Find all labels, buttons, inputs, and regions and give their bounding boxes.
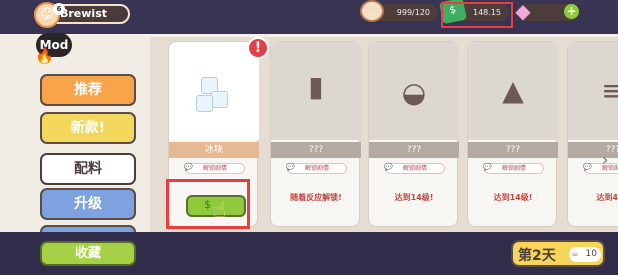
day-cup-count: 10 bbox=[585, 249, 597, 259]
ice-cube-icon bbox=[211, 91, 228, 108]
locked-image: ▮ bbox=[271, 42, 361, 140]
tab-ingredients[interactable]: 配料 bbox=[40, 153, 136, 185]
unlock-story-tag[interactable]: 解锁剧情 bbox=[286, 163, 347, 174]
player-name: Brewist bbox=[60, 7, 108, 20]
sauce-bowl-icon: ◒ bbox=[401, 76, 427, 109]
card-name: ??? bbox=[468, 142, 558, 158]
scroll-right-icon[interactable]: › bbox=[602, 150, 616, 172]
tab-upgrade[interactable]: 升级 bbox=[40, 188, 136, 220]
money-icon: $ bbox=[204, 198, 211, 211]
fire-icon: 🔥 bbox=[35, 47, 54, 65]
bottom-bar: 收藏 第2天 ☕ 10 bbox=[0, 232, 618, 275]
day-cup-chip: ☕ 10 bbox=[569, 247, 601, 262]
player-level-badge: 6 bbox=[53, 3, 65, 15]
unlock-story-tag[interactable]: 解锁剧情 bbox=[483, 163, 544, 174]
day-label: 第2天 bbox=[518, 248, 556, 264]
game-screen: ☺ 6 Brewist ☕ 999/120 $ 148.15 ◆ 0 + 推荐 … bbox=[0, 0, 618, 275]
cup-count: 999/120 bbox=[396, 8, 430, 17]
cup-resource: ☕ 999/120 bbox=[360, 0, 438, 22]
unlock-requirement: 达到4级! bbox=[596, 193, 618, 202]
card-name: 冰块 bbox=[169, 142, 259, 158]
unlock-story-tag[interactable]: 解锁剧情 bbox=[384, 163, 445, 174]
use-ingredient-highlight: $ ☝ bbox=[166, 179, 250, 229]
gem-icon: ◆ bbox=[515, 0, 531, 23]
unlock-requirement: 随着反应解锁! bbox=[290, 193, 342, 202]
hand-pointer-icon: ☝ bbox=[213, 198, 227, 223]
ingredient-card-locked[interactable]: ◒ ??? 解锁剧情 达到14级! bbox=[368, 41, 459, 227]
add-gems-button[interactable]: + bbox=[564, 4, 579, 19]
tab-new[interactable]: 新款! bbox=[40, 112, 136, 144]
card-name: ??? bbox=[369, 142, 459, 158]
ice-image bbox=[169, 42, 259, 140]
ice-cube-icon bbox=[196, 95, 213, 112]
unlock-story-tag[interactable]: 解锁剧情 bbox=[184, 163, 245, 174]
locked-image: ▲ bbox=[468, 42, 558, 140]
cream-swirl-icon: ▲ bbox=[502, 74, 524, 107]
ingredient-card-locked[interactable]: ▲ ??? 解锁剧情 达到14级! bbox=[467, 41, 558, 227]
cup-icon: ☕ bbox=[360, 0, 384, 22]
ingredient-card-locked[interactable]: ▮ ??? 解锁剧情 随着反应解锁! bbox=[270, 41, 361, 227]
cinnamon-stick-icon: ≡ bbox=[601, 74, 618, 107]
money-highlight bbox=[441, 2, 513, 28]
top-bar: ☺ 6 Brewist ☕ 999/120 $ 148.15 ◆ 0 + bbox=[0, 0, 618, 34]
cup-icon: ☕ bbox=[571, 249, 580, 259]
shop-panel: 推荐 新款! 配料 升级 设备 冰块 解锁剧情 ▮ ??? 解 bbox=[0, 34, 618, 257]
unlock-requirement: 达到14级! bbox=[493, 193, 533, 202]
locked-image: ≡ bbox=[568, 42, 618, 140]
collection-button[interactable]: 收藏 bbox=[40, 241, 136, 266]
unlock-requirement: 达到14级! bbox=[394, 193, 434, 202]
tab-recommend[interactable]: 推荐 bbox=[40, 74, 136, 106]
day-counter[interactable]: 第2天 ☕ 10 bbox=[511, 240, 605, 267]
alert-icon: ! bbox=[247, 37, 269, 59]
milk-carton-icon: ▮ bbox=[308, 70, 324, 103]
player-profile[interactable]: ☺ 6 Brewist bbox=[34, 2, 130, 28]
locked-image: ◒ bbox=[369, 42, 459, 140]
ingredient-card-locked[interactable]: ≡ ??? 解锁剧情 达到4级! bbox=[567, 41, 618, 227]
card-name: ??? bbox=[271, 142, 361, 158]
